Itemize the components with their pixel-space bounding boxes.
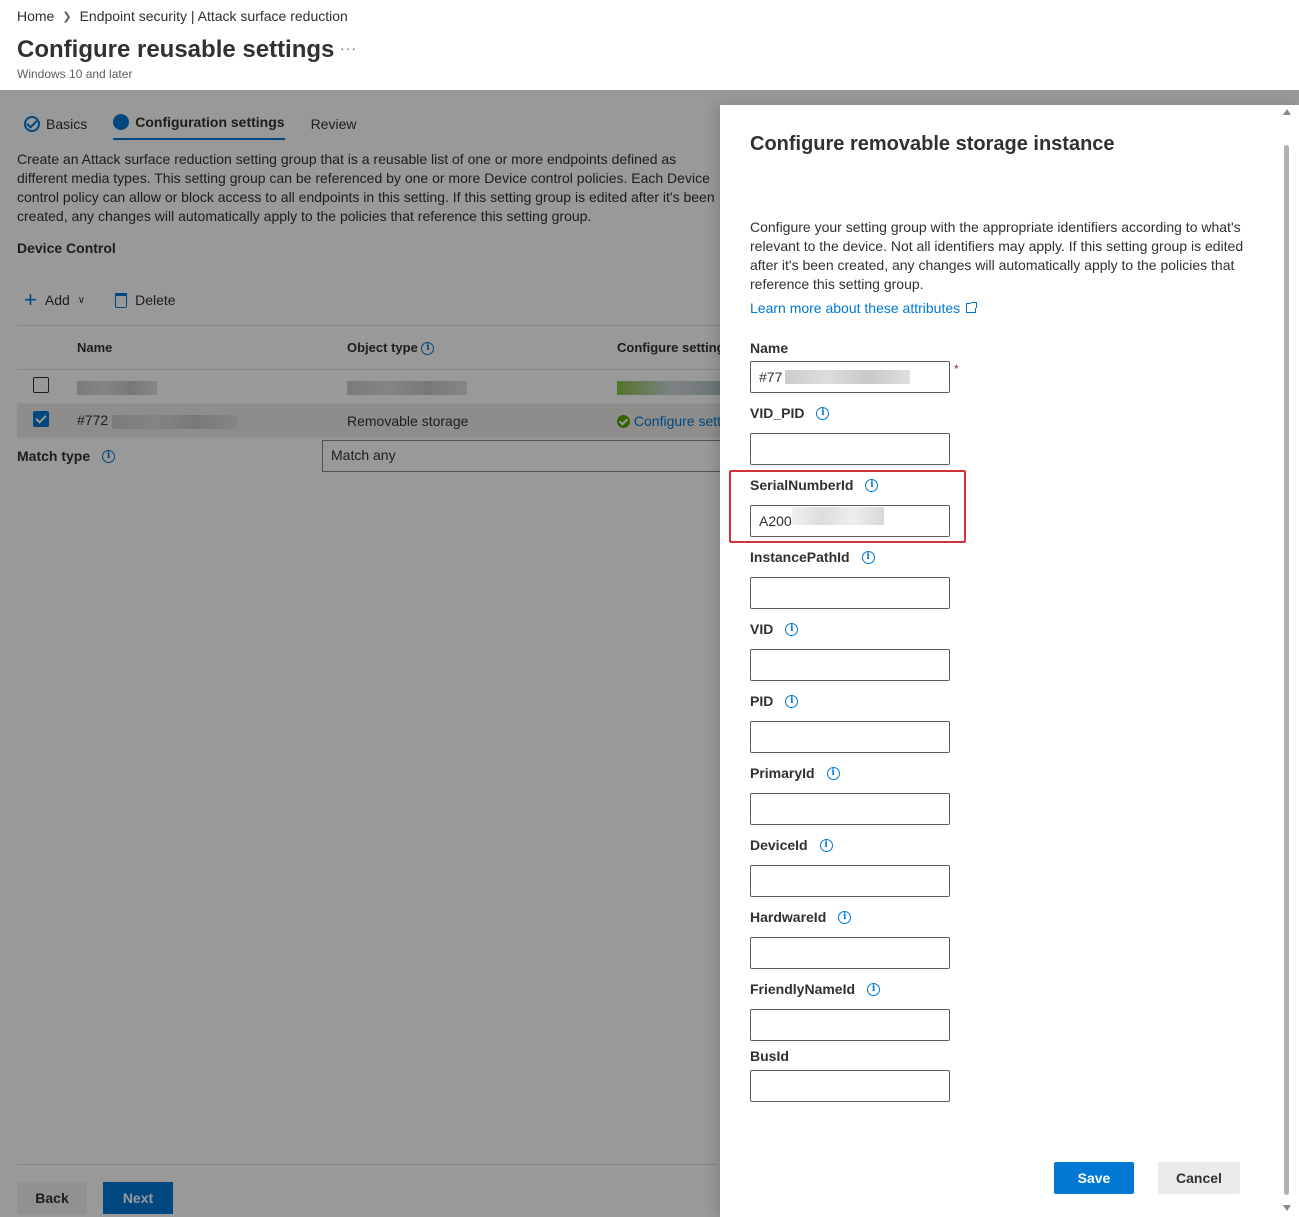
field-label-text: VID_PID bbox=[750, 405, 805, 421]
pid-label: PID i bbox=[750, 693, 799, 709]
field-label-text: HardwareId bbox=[750, 909, 827, 925]
scroll-up-icon[interactable] bbox=[1283, 109, 1291, 115]
info-icon[interactable]: i bbox=[867, 982, 881, 996]
breadcrumb-home[interactable]: Home bbox=[17, 8, 54, 24]
vid-pid-label: VID_PID i bbox=[750, 405, 830, 421]
info-icon[interactable]: i bbox=[838, 910, 852, 924]
device-id-input[interactable] bbox=[750, 865, 950, 897]
field-label-text: PID bbox=[750, 693, 774, 709]
learn-more-link[interactable]: Learn more about these attributes bbox=[750, 300, 978, 316]
name-label: Name bbox=[750, 340, 788, 356]
page-subtitle: Windows 10 and later bbox=[17, 67, 133, 81]
field-label-text: Name bbox=[750, 340, 789, 356]
field-label-text: FriendlyNameId bbox=[750, 981, 856, 997]
info-icon[interactable]: i bbox=[826, 766, 840, 780]
page-title: Configure reusable settings bbox=[17, 36, 335, 63]
panel-title: Configure removable storage instance bbox=[750, 133, 1115, 155]
info-icon[interactable]: i bbox=[816, 406, 830, 420]
configure-panel: Configure removable storage instance Con… bbox=[720, 105, 1299, 1217]
serial-number-label: SerialNumberId i bbox=[750, 477, 879, 493]
external-link-icon bbox=[966, 302, 978, 313]
info-icon[interactable]: i bbox=[865, 478, 879, 492]
friendly-name-input[interactable] bbox=[750, 1009, 950, 1041]
cancel-button[interactable]: Cancel bbox=[1158, 1162, 1240, 1194]
breadcrumb-section[interactable]: Endpoint security | Attack surface reduc… bbox=[80, 8, 348, 24]
more-options-icon[interactable]: ··· bbox=[340, 40, 357, 56]
hardware-id-label: HardwareId i bbox=[750, 909, 852, 925]
chevron-right-icon: ❯ bbox=[62, 10, 72, 23]
vid-pid-input[interactable] bbox=[750, 433, 950, 465]
field-label-text: VID bbox=[750, 621, 774, 637]
learn-more-label: Learn more about these attributes bbox=[750, 300, 961, 316]
scroll-thumb[interactable] bbox=[1284, 145, 1289, 1195]
friendly-name-label: FriendlyNameId i bbox=[750, 981, 881, 997]
vid-label: VID i bbox=[750, 621, 799, 637]
bus-id-input[interactable] bbox=[750, 1070, 950, 1102]
info-icon[interactable]: i bbox=[785, 694, 799, 708]
info-icon[interactable]: i bbox=[819, 838, 833, 852]
field-label-text: SerialNumberId bbox=[750, 477, 854, 493]
vid-input[interactable] bbox=[750, 649, 950, 681]
info-icon[interactable]: i bbox=[785, 622, 799, 636]
pid-input[interactable] bbox=[750, 721, 950, 753]
instance-path-label: InstancePathId i bbox=[750, 549, 875, 565]
instance-path-input[interactable] bbox=[750, 577, 950, 609]
field-label-text: PrimaryId bbox=[750, 765, 815, 781]
page-header: Home ❯ Endpoint security | Attack surfac… bbox=[0, 0, 1299, 90]
hardware-id-input[interactable] bbox=[750, 937, 950, 969]
field-label-text: DeviceId bbox=[750, 837, 808, 853]
redacted-serial-value bbox=[792, 507, 884, 525]
save-button[interactable]: Save bbox=[1054, 1162, 1134, 1194]
device-id-label: DeviceId i bbox=[750, 837, 833, 853]
scroll-down-icon[interactable] bbox=[1283, 1205, 1291, 1211]
field-label-text: InstancePathId bbox=[750, 549, 850, 565]
redacted-name-value bbox=[785, 370, 910, 384]
info-icon[interactable]: i bbox=[861, 550, 875, 564]
required-indicator: * bbox=[954, 362, 959, 376]
panel-description: Configure your setting group with the ap… bbox=[750, 219, 1244, 292]
breadcrumb: Home ❯ Endpoint security | Attack surfac… bbox=[17, 8, 348, 24]
primary-id-label: PrimaryId i bbox=[750, 765, 840, 781]
bus-id-label: BusId bbox=[750, 1048, 789, 1064]
scrollbar[interactable] bbox=[1281, 105, 1291, 1217]
field-label-text: BusId bbox=[750, 1048, 789, 1064]
primary-id-input[interactable] bbox=[750, 793, 950, 825]
